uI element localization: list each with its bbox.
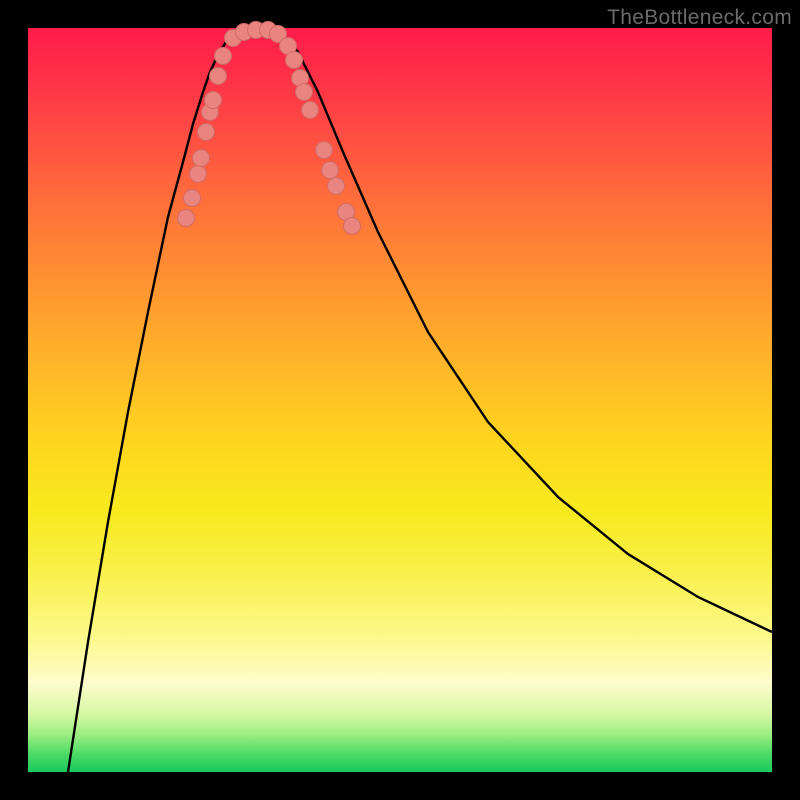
data-dot bbox=[178, 210, 195, 227]
data-dot bbox=[184, 190, 201, 207]
data-dot bbox=[210, 68, 227, 85]
data-dot bbox=[198, 124, 215, 141]
watermark-text: TheBottleneck.com bbox=[607, 6, 792, 30]
data-dot bbox=[190, 166, 207, 183]
data-dot bbox=[322, 162, 339, 179]
bottleneck-curve bbox=[68, 29, 772, 772]
data-dot bbox=[344, 218, 361, 235]
data-dot bbox=[316, 142, 333, 159]
data-dot bbox=[286, 52, 303, 69]
data-dot bbox=[302, 102, 319, 119]
data-dot bbox=[215, 48, 232, 65]
data-dot bbox=[296, 84, 313, 101]
curve-layer bbox=[28, 28, 772, 772]
data-dot bbox=[205, 92, 222, 109]
plot-area bbox=[28, 28, 772, 772]
data-dot bbox=[328, 178, 345, 195]
chart-frame: TheBottleneck.com bbox=[0, 0, 800, 800]
data-dot bbox=[193, 150, 210, 167]
